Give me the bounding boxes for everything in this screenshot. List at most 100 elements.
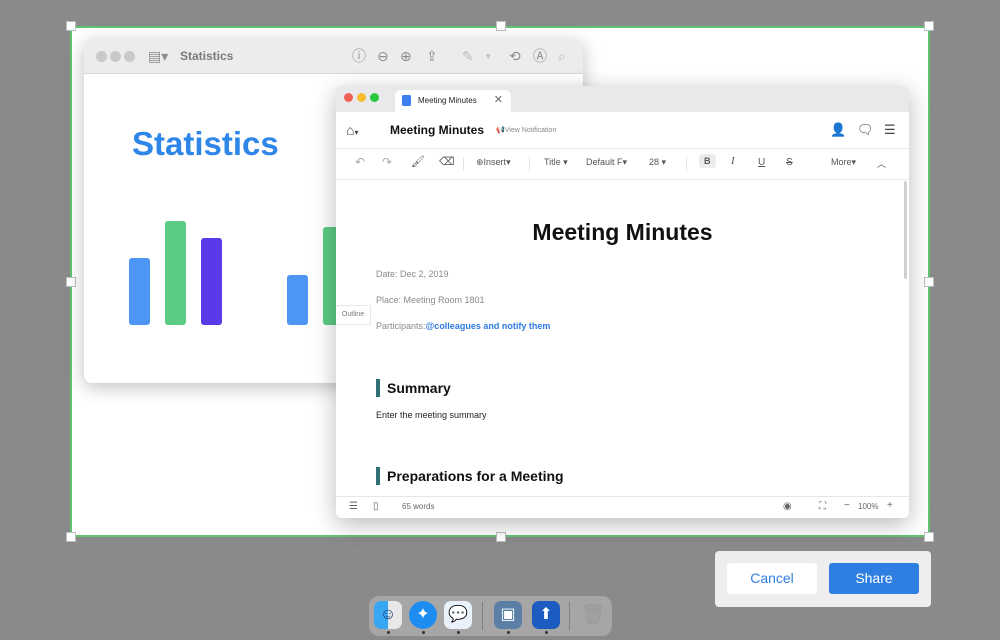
statistics-titlebar: ▤▾ Statistics ⓘ ⊖ ⊕ ⇪ ✎ ▾ ⟲ Ⓐ ⌕ <box>84 39 583 74</box>
minimize-window-button[interactable] <box>357 93 366 102</box>
tab-label: Meeting Minutes <box>418 96 477 105</box>
resize-handle-bottom-right[interactable] <box>924 532 934 542</box>
tab-bar: Meeting Minutes ✕ <box>336 86 909 112</box>
fullscreen-icon[interactable]: ⛶ <box>819 501 826 512</box>
style-dropdown[interactable]: Title ▾ <box>544 157 568 168</box>
statistics-heading: Statistics <box>132 125 279 162</box>
view-notification-label: View Notification <box>504 127 557 134</box>
close-window-button[interactable] <box>96 51 107 62</box>
tab-meeting-minutes[interactable]: Meeting Minutes ✕ <box>395 90 511 112</box>
style-value: Title <box>544 157 561 167</box>
toolbar-divider <box>529 157 530 171</box>
redo-icon[interactable]: ↷ <box>382 155 392 169</box>
home-icon[interactable]: ⌂▾ <box>346 122 358 138</box>
italic-button[interactable]: I <box>731 155 735 167</box>
collapse-toolbar-icon[interactable]: ︿ <box>877 157 886 170</box>
toolbar-divider <box>686 157 687 171</box>
resize-handle-top-left[interactable] <box>66 21 76 31</box>
share-button[interactable]: Share <box>829 563 919 594</box>
resize-handle-left[interactable] <box>66 277 76 287</box>
insert-label: Insert <box>483 157 507 167</box>
chat-app-icon[interactable]: 💬 <box>444 601 472 629</box>
add-user-icon[interactable]: 👤 <box>830 122 846 138</box>
search-icon[interactable]: ⌕ <box>558 48 566 64</box>
resize-handle-bottom[interactable] <box>496 532 506 542</box>
rotate-icon[interactable]: ⟲ <box>509 48 521 64</box>
bar-4 <box>287 275 308 325</box>
meeting-date[interactable]: Date: Dec 2, 2019 <box>376 269 449 279</box>
format-painter-icon[interactable]: 🖌 <box>411 155 425 168</box>
running-indicator <box>422 631 425 634</box>
editor-toolbar: ↶ ↷ 🖌 ⌫ ⊕Insert▾ Title ▾ Default F▾ 28 ▾… <box>336 149 909 180</box>
font-size-dropdown[interactable]: 28 ▾ <box>649 157 666 168</box>
document-header: ⌂▾ Meeting Minutes 📢View Notification 👤 … <box>336 112 909 149</box>
annotate-icon[interactable]: Ⓐ <box>533 48 547 64</box>
eraser-icon[interactable]: ⌫ <box>439 155 455 168</box>
more-label: More <box>831 157 852 167</box>
meeting-place[interactable]: Place: Meeting Room 1801 <box>376 295 485 305</box>
chevron-down-icon[interactable]: ▾ <box>486 48 491 64</box>
view-notification-link[interactable]: 📢View Notification <box>496 126 556 134</box>
bold-button[interactable]: B <box>699 154 716 168</box>
running-indicator <box>545 631 548 634</box>
summary-text[interactable]: Enter the meeting summary <box>376 410 487 420</box>
close-window-button[interactable] <box>344 93 353 102</box>
screenshot-app-icon[interactable]: ▣ <box>494 601 522 629</box>
summary-heading[interactable]: Summary <box>376 379 451 397</box>
comment-icon[interactable]: 🗨 <box>857 122 874 138</box>
dock: ☺ ✦ 💬 ▣ ⬆ 🗑 <box>369 596 612 636</box>
page-icon[interactable]: ▯ <box>373 501 379 512</box>
font-size-value: 28 <box>649 157 660 167</box>
sidebar-toggle-icon[interactable]: ▤▾ <box>148 48 168 64</box>
document-body[interactable]: Outline Meeting Minutes Date: Dec 2, 201… <box>336 179 909 497</box>
document-title[interactable]: Meeting Minutes <box>390 123 484 137</box>
font-value: Default F <box>586 157 623 167</box>
finder-icon[interactable]: ☺ <box>374 601 402 629</box>
zoom-in-icon[interactable]: ⊕ <box>400 48 412 64</box>
document-heading[interactable]: Meeting Minutes <box>336 219 909 246</box>
running-indicator <box>457 631 460 634</box>
markup-icon[interactable]: ✎ <box>462 48 474 64</box>
resize-handle-bottom-left[interactable] <box>66 532 76 542</box>
resize-handle-top[interactable] <box>496 21 506 31</box>
minimize-window-button[interactable] <box>110 51 121 62</box>
running-indicator <box>507 631 510 634</box>
share-icon[interactable]: ⇪ <box>426 48 438 64</box>
statistics-window-title: Statistics <box>180 49 234 63</box>
status-bar: ☰ ▯ 65 words ◉ ⛶ − 100% + <box>336 496 909 518</box>
preparations-heading[interactable]: Preparations for a Meeting <box>376 467 564 485</box>
zoom-out-button[interactable]: − <box>844 500 850 511</box>
focus-mode-icon[interactable]: ◉ <box>783 501 792 512</box>
font-dropdown[interactable]: Default F▾ <box>586 157 627 168</box>
bar-3 <box>201 238 222 325</box>
resize-handle-top-right[interactable] <box>924 21 934 31</box>
participants-mention[interactable]: @colleagues and notify them <box>426 321 551 331</box>
bar-2 <box>165 221 186 325</box>
safari-icon[interactable]: ✦ <box>409 601 437 629</box>
strikethrough-button[interactable]: S <box>786 157 793 168</box>
bar-1 <box>129 258 150 325</box>
underline-button[interactable]: U <box>758 157 765 168</box>
info-icon[interactable]: ⓘ <box>352 48 366 64</box>
insert-menu[interactable]: ⊕Insert▾ <box>476 157 511 168</box>
outline-toggle[interactable]: Outline <box>336 305 371 325</box>
maximize-window-button[interactable] <box>124 51 135 62</box>
meeting-minutes-window[interactable]: Meeting Minutes ✕ ⌂▾ Meeting Minutes 📢Vi… <box>336 86 909 518</box>
menu-icon[interactable]: ☰ <box>884 122 896 138</box>
zoom-in-button[interactable]: + <box>887 500 893 511</box>
undo-icon[interactable]: ↶ <box>355 155 365 169</box>
running-indicator <box>387 631 390 634</box>
toolbar-divider <box>463 157 464 171</box>
outline-list-icon[interactable]: ☰ <box>349 501 358 512</box>
zoom-level: 100% <box>858 502 879 511</box>
maximize-window-button[interactable] <box>370 93 379 102</box>
capture-action-panel: Cancel Share <box>715 551 931 607</box>
cancel-button[interactable]: Cancel <box>727 563 817 594</box>
more-menu[interactable]: More▾ <box>831 157 856 168</box>
trash-icon[interactable]: 🗑 <box>579 601 607 629</box>
resize-handle-right[interactable] <box>924 277 934 287</box>
zoom-out-icon[interactable]: ⊖ <box>377 48 389 64</box>
meeting-participants[interactable]: Participants:@colleagues and notify them <box>376 321 550 331</box>
document-app-icon[interactable]: ⬆ <box>532 601 560 629</box>
close-icon[interactable]: ✕ <box>494 93 503 106</box>
